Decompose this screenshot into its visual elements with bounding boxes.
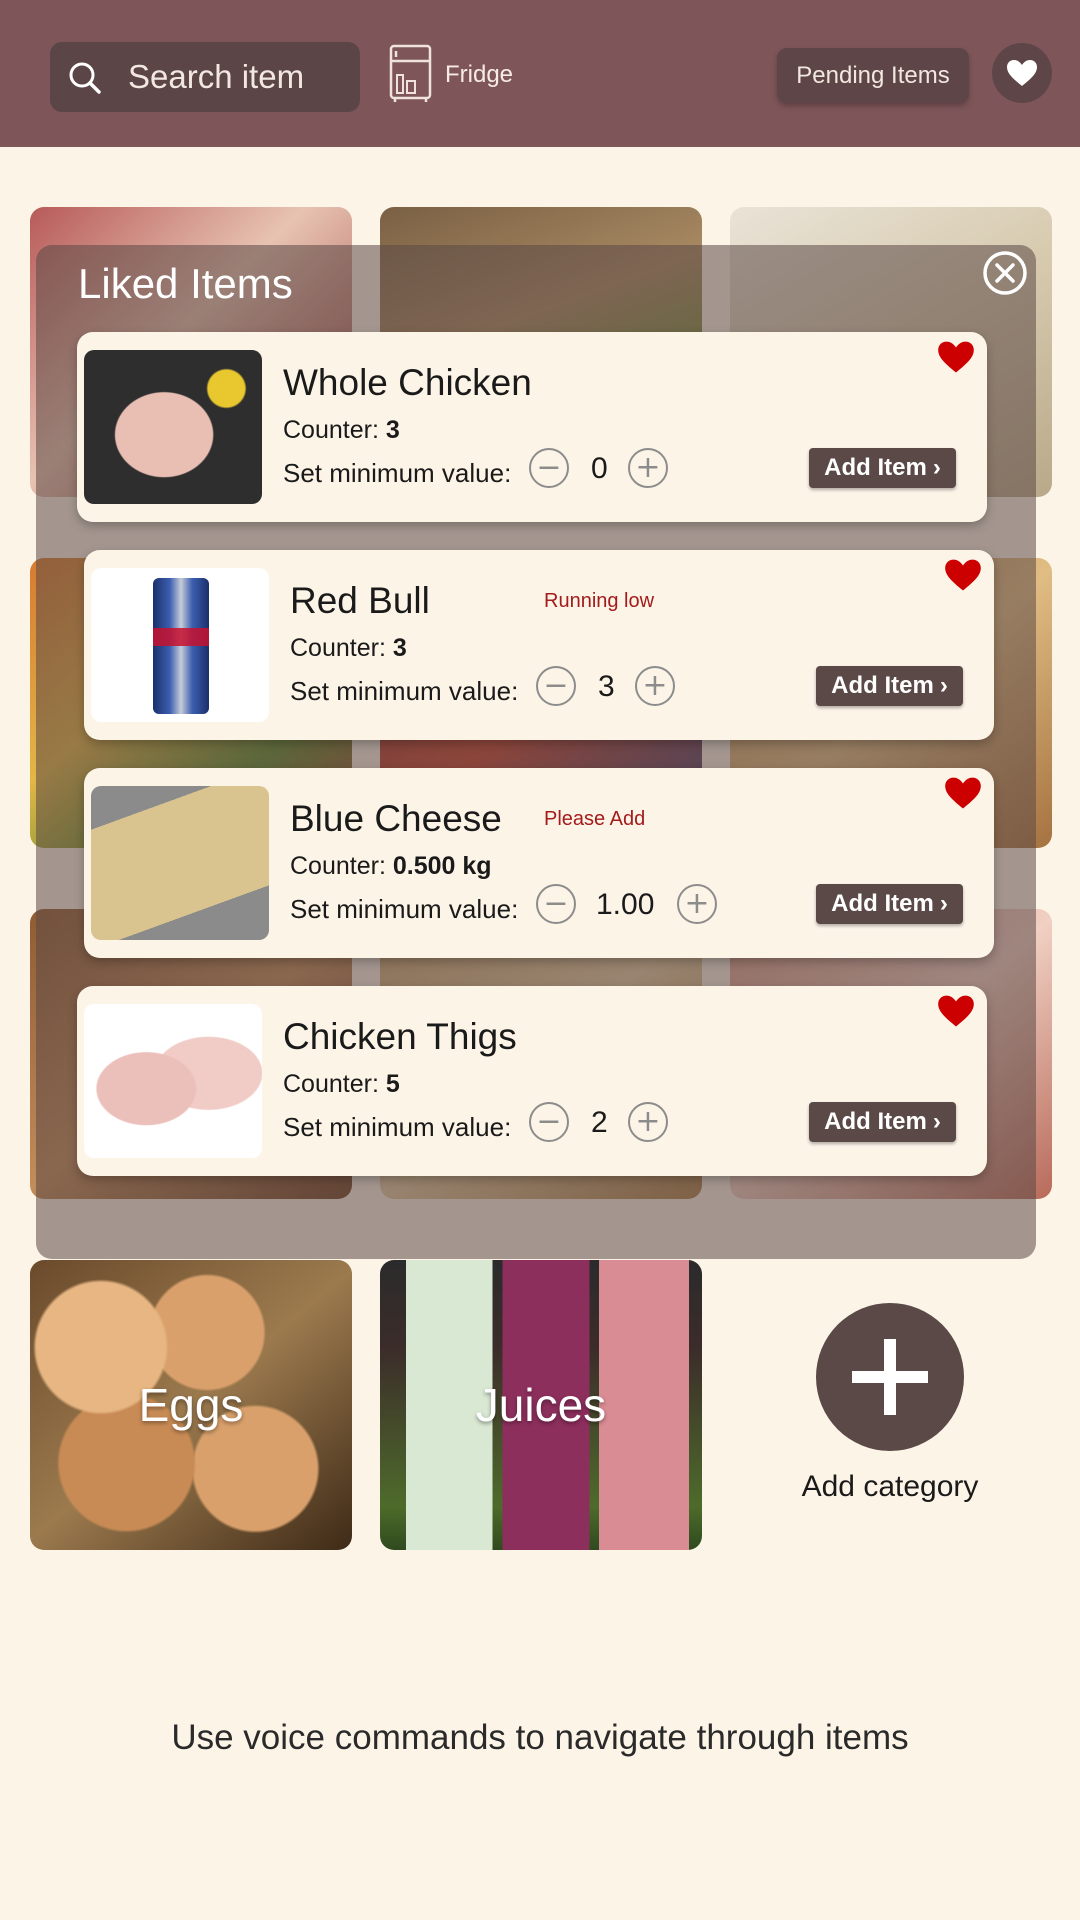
status-badge: Running low <box>544 590 655 612</box>
min-value-label: Set minimum value: <box>290 676 519 706</box>
item-name: Red Bull <box>290 580 430 621</box>
min-value-label: Set minimum value: <box>283 458 512 488</box>
plus-icon[interactable]: + <box>677 884 717 924</box>
add-category-button[interactable] <box>816 1303 964 1451</box>
item-image-blue-cheese <box>91 786 269 940</box>
heart-icon[interactable] <box>937 994 975 1028</box>
plus-icon <box>852 1339 928 1415</box>
item-name: Blue Cheese <box>290 798 502 839</box>
heart-icon[interactable] <box>944 558 982 592</box>
category-tile-juices[interactable]: Juices <box>380 1260 702 1550</box>
item-name: Chicken Thigs <box>283 1016 517 1057</box>
minus-icon[interactable]: − <box>536 884 576 924</box>
item-counter: Counter: 3 <box>290 634 407 662</box>
plus-icon[interactable]: + <box>628 1102 668 1142</box>
close-icon[interactable] <box>982 250 1028 296</box>
item-image-red-bull <box>91 568 269 722</box>
minus-icon[interactable]: − <box>529 448 569 488</box>
chevron-right-icon: › <box>932 454 941 481</box>
heart-icon[interactable] <box>937 340 975 374</box>
add-category-label: Add category <box>801 1470 979 1503</box>
item-counter: Counter: 5 <box>283 1070 400 1098</box>
overlay-title: Liked Items <box>78 260 293 307</box>
search-placeholder: Search item <box>128 58 305 95</box>
item-name: Whole Chicken <box>283 362 532 403</box>
min-value-label: Set minimum value: <box>283 1112 512 1142</box>
item-counter: Counter: 0.500 kg <box>290 852 492 880</box>
min-value-label: Set minimum value: <box>290 894 519 924</box>
add-item-button[interactable]: Add Item › <box>809 1102 956 1142</box>
liked-item-card: Whole Chicken Counter: 3 Set minimum val… <box>77 332 987 522</box>
fridge-label[interactable]: Fridge <box>445 61 513 89</box>
pending-items-button[interactable]: Pending Items <box>777 48 969 103</box>
heart-icon[interactable] <box>944 776 982 810</box>
liked-item-card: Red Bull Running low Counter: 3 Set mini… <box>84 550 994 740</box>
plus-icon[interactable]: + <box>628 448 668 488</box>
search-icon <box>69 62 101 94</box>
status-badge: Please Add <box>544 808 646 830</box>
liked-item-card: Blue Cheese Please Add Counter: 0.500 kg… <box>84 768 994 958</box>
min-value: 3 <box>598 670 615 703</box>
fridge-icon[interactable] <box>388 43 433 103</box>
minus-icon[interactable]: − <box>529 1102 569 1142</box>
minus-icon[interactable]: − <box>536 666 576 706</box>
chevron-right-icon: › <box>939 672 948 699</box>
item-image-whole-chicken <box>84 350 262 504</box>
category-label: Eggs <box>138 1379 244 1431</box>
chevron-right-icon: › <box>939 890 948 917</box>
add-item-button[interactable]: Add Item › <box>809 448 956 488</box>
item-image-chicken-thighs <box>84 1004 262 1158</box>
min-value: 1.00 <box>596 888 655 921</box>
min-value: 2 <box>591 1106 608 1139</box>
voice-hint: Use voice commands to navigate through i… <box>171 1718 909 1757</box>
category-label: Juices <box>475 1379 607 1431</box>
add-item-button[interactable]: Add Item › <box>816 666 963 706</box>
chevron-right-icon: › <box>932 1108 941 1135</box>
liked-item-card: Chicken Thigs Counter: 5 Set minimum val… <box>77 986 987 1176</box>
add-item-button[interactable]: Add Item › <box>816 884 963 924</box>
min-value: 0 <box>591 452 608 485</box>
favorites-button[interactable] <box>992 43 1052 103</box>
plus-icon[interactable]: + <box>635 666 675 706</box>
heart-icon <box>1007 60 1037 86</box>
category-tile-eggs[interactable]: Eggs <box>30 1260 352 1550</box>
search-input[interactable]: Search item <box>50 42 360 112</box>
app-header: Search item Fridge Pending Items <box>0 0 1080 147</box>
item-counter: Counter: 3 <box>283 416 400 444</box>
